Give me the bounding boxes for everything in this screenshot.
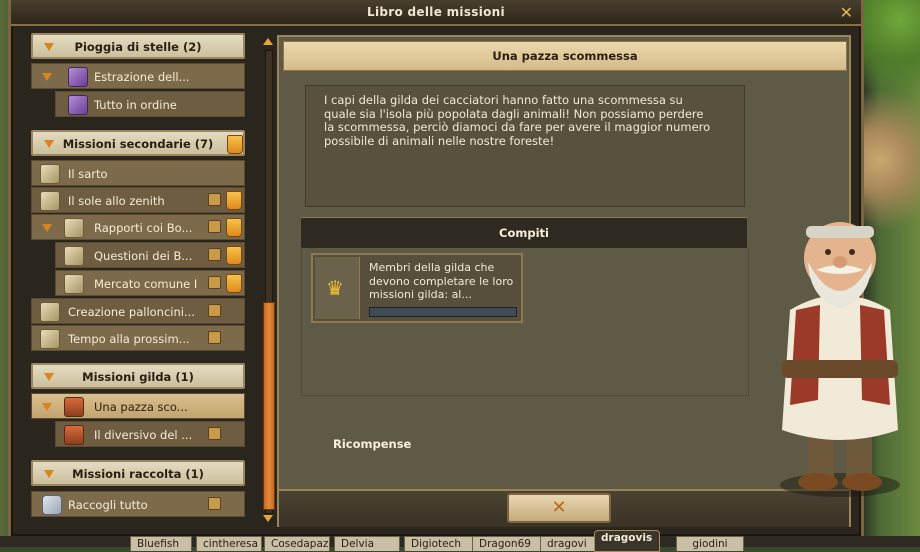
quest-item-mercato-comune[interactable]: Mercato comune I: [55, 270, 245, 296]
quest-item-label: Questioni dei B...: [94, 249, 193, 263]
quest-item-label: Estrazione dell...: [94, 70, 190, 84]
quest-item-una-pazza-scommessa[interactable]: Una pazza sco...: [31, 393, 245, 419]
bucket-icon: [226, 218, 242, 237]
bucket-icon: [226, 191, 242, 210]
category-label: Missioni raccolta (1): [72, 467, 204, 481]
scroll-icon: [64, 246, 84, 266]
rewards-title: Ricompense: [333, 437, 412, 451]
chevron-down-icon: [42, 224, 52, 232]
player-tabs: Bluefish cintheresa Cosedapaz Delvia Dig…: [0, 530, 920, 552]
quest-title: Una pazza scommessa: [492, 49, 638, 63]
player-tab[interactable]: Bluefish: [130, 536, 192, 551]
flag-icon: [208, 304, 221, 317]
quest-item-estrazione[interactable]: Estrazione dell...: [31, 63, 245, 89]
quest-list: Pioggia di stelle (2) Estrazione dell...…: [31, 33, 249, 523]
scroll-icon: [40, 164, 60, 184]
close-icon[interactable]: ✕: [840, 3, 853, 22]
chevron-down-icon: [42, 73, 52, 81]
bucket-icon: [227, 135, 243, 154]
category-missioni-raccolta[interactable]: Missioni raccolta (1): [31, 460, 245, 486]
quest-item-label: Una pazza sco...: [94, 400, 188, 414]
player-tab[interactable]: dragovi: [540, 536, 596, 551]
category-missioni-gilda[interactable]: Missioni gilda (1): [31, 363, 245, 389]
category-label: Missioni secondarie (7): [62, 137, 214, 151]
hand-icon: [42, 495, 62, 515]
quest-item-raccogli-tutto[interactable]: Raccogli tutto: [31, 491, 245, 517]
quest-item-tempo-alla-prossima[interactable]: Tempo alla prossim...: [31, 325, 245, 351]
player-tab[interactable]: giodini: [676, 536, 744, 551]
close-icon: ✕: [551, 497, 567, 518]
scrollbar-thumb[interactable]: [263, 302, 275, 510]
quest-item-label: Creazione palloncini...: [68, 305, 195, 319]
quest-item-tutto-in-ordine[interactable]: Tutto in ordine: [55, 91, 245, 117]
flag-icon: [208, 331, 221, 344]
quest-item-il-diversivo[interactable]: Il diversivo del ...: [55, 421, 245, 447]
tasks-title: Compiti: [499, 226, 549, 240]
quest-item-rapporti-coi-bo[interactable]: Rapporti coi Bo...: [31, 214, 245, 240]
quest-description-box: I capi della gilda dei cacciatori hanno …: [305, 85, 745, 207]
quest-title-bar: Una pazza scommessa: [283, 41, 847, 71]
player-tab[interactable]: Delvia: [334, 536, 400, 551]
tasks-header: Compiti: [301, 217, 747, 248]
guild-house-icon: [64, 425, 84, 445]
quest-item-label: Tutto in ordine: [94, 98, 177, 112]
flag-icon: [208, 220, 221, 233]
quest-item-label: Il sole allo zenith: [68, 194, 165, 208]
quest-item-il-sarto[interactable]: Il sarto: [31, 160, 245, 186]
scroll-down-icon[interactable]: [263, 515, 273, 522]
player-tab[interactable]: Dragon69: [472, 536, 542, 551]
task-progress-bar: [369, 307, 517, 317]
quest-book-window: Libro delle missioni ✕ Pioggia di stelle…: [8, 0, 864, 539]
quest-item-label: Il diversivo del ...: [94, 428, 193, 442]
task-text: Membri della gilda che devono completare…: [369, 261, 514, 301]
window-title: Libro delle missioni: [367, 5, 505, 19]
scroll-icon: [40, 191, 60, 211]
scroll-icon: [40, 329, 60, 349]
flag-icon: [208, 193, 221, 206]
scroll-icon: [64, 218, 84, 238]
player-tab[interactable]: Cosedapaz: [264, 536, 330, 551]
task-card[interactable]: ♛ Membri della gilda che devono completa…: [311, 253, 523, 323]
task-icon-slot: ♛: [315, 257, 360, 319]
quest-giver-character: [780, 222, 900, 497]
flag-icon: [208, 276, 221, 289]
quest-item-il-sole-allo-zenith[interactable]: Il sole allo zenith: [31, 187, 245, 213]
scroll-icon: [64, 274, 84, 294]
quest-item-questioni-dei-b[interactable]: Questioni dei B...: [55, 242, 245, 268]
gem-icon: [68, 67, 88, 87]
category-pioggia-di-stelle[interactable]: Pioggia di stelle (2): [31, 33, 245, 59]
quest-item-label: Il sarto: [68, 167, 108, 181]
player-tab-active[interactable]: dragovis: [594, 530, 660, 552]
bucket-icon: [226, 246, 242, 265]
quest-item-label: Rapporti coi Bo...: [94, 221, 193, 235]
bucket-icon: [226, 274, 242, 293]
chevron-down-icon: [42, 403, 52, 411]
category-missioni-secondarie[interactable]: Missioni secondarie (7): [31, 130, 245, 156]
flag-icon: [208, 427, 221, 440]
quest-item-creazione-palloncini[interactable]: Creazione palloncini...: [31, 298, 245, 324]
scroll-icon: [40, 302, 60, 322]
quest-list-scrollbar[interactable]: [261, 36, 275, 524]
title-bar: Libro delle missioni ✕: [11, 0, 861, 26]
close-button[interactable]: ✕: [507, 493, 611, 523]
player-tab[interactable]: cintheresa: [196, 536, 262, 551]
crown-icon: ♛: [326, 276, 344, 300]
category-label: Pioggia di stelle (2): [74, 40, 202, 54]
quest-item-label: Mercato comune I: [94, 277, 198, 291]
scroll-up-icon[interactable]: [263, 38, 273, 45]
player-tab[interactable]: Digiotech: [404, 536, 476, 551]
guild-house-icon: [64, 397, 84, 417]
gem-icon: [68, 95, 88, 115]
quest-item-label: Tempo alla prossim...: [68, 332, 190, 346]
quest-description: I capi della gilda dei cacciatori hanno …: [324, 93, 711, 148]
flag-icon: [208, 497, 221, 510]
quest-item-label: Raccogli tutto: [68, 498, 148, 512]
flag-icon: [208, 248, 221, 261]
category-label: Missioni gilda (1): [82, 370, 194, 384]
